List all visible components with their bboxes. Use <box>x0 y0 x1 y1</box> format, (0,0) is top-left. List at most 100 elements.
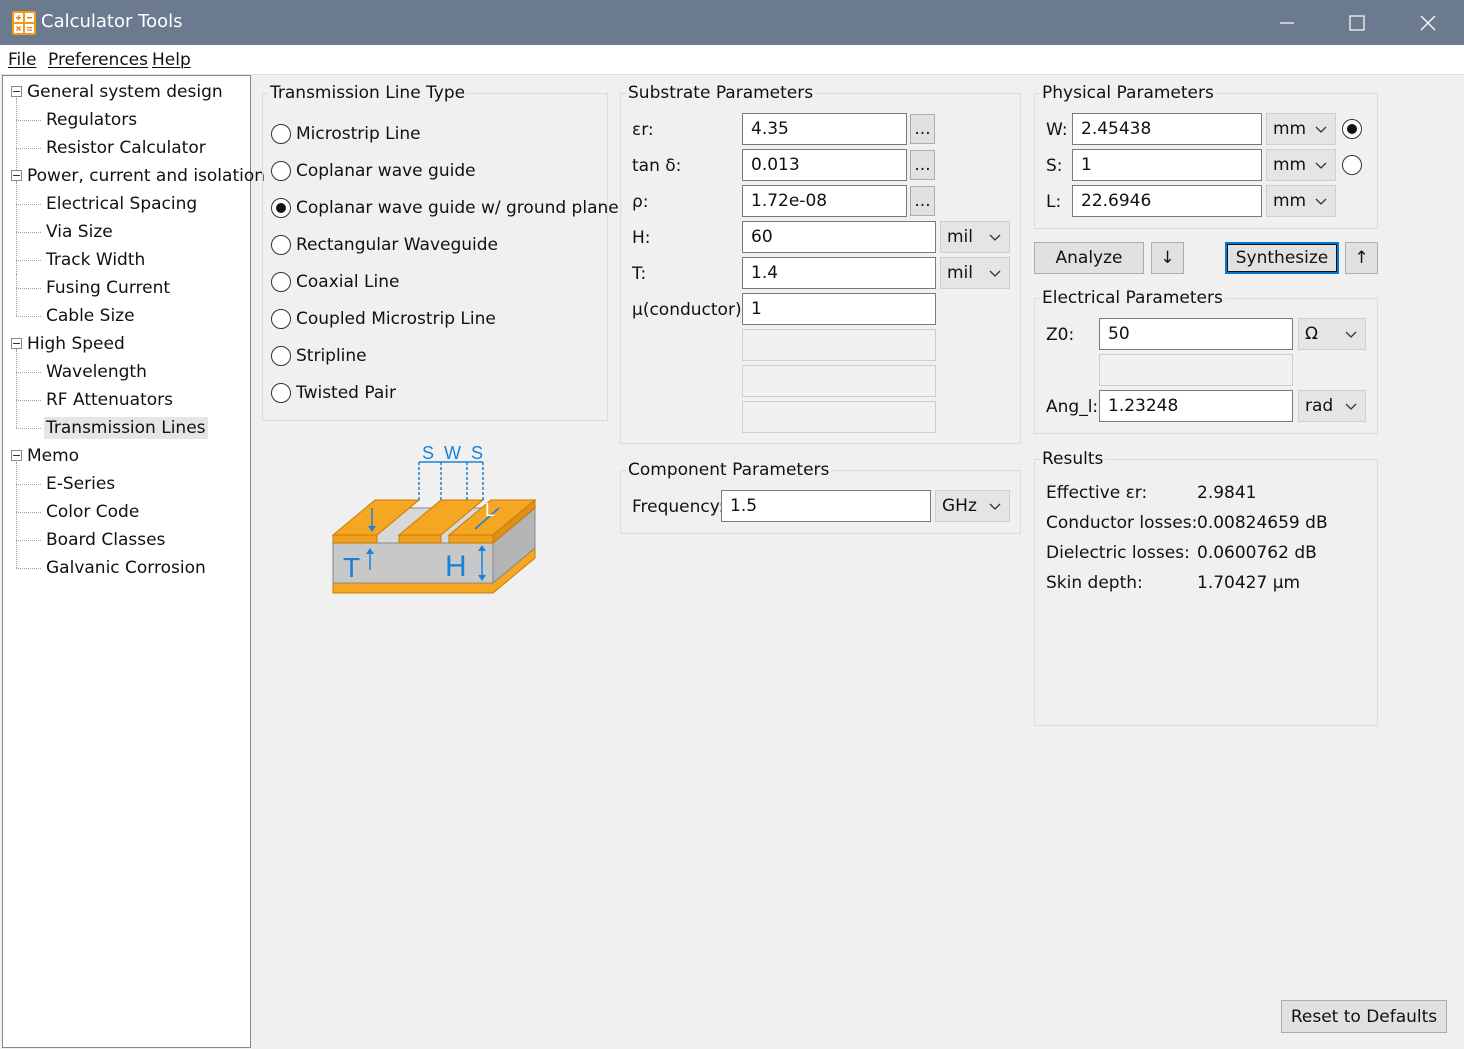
label-s2: S <box>471 443 483 463</box>
tree-node-memo[interactable]: Memo <box>27 445 79 467</box>
radio-label-stripline[interactable]: Stripline <box>296 346 367 366</box>
ang-input[interactable]: 1.23248 <box>1099 390 1293 422</box>
tree-connector <box>16 204 41 205</box>
collapse-minus-icon[interactable] <box>11 338 22 349</box>
frequency-unit-select[interactable]: GHz <box>935 490 1010 522</box>
s-unit-select[interactable]: mm <box>1266 149 1336 181</box>
s-label: S: <box>1046 156 1063 176</box>
radio-stripline[interactable] <box>271 346 291 366</box>
tree-item-fusing-current[interactable]: Fusing Current <box>44 277 172 299</box>
component-title: Component Parameters <box>626 460 832 480</box>
left-ground-strip-edge <box>332 534 378 544</box>
radio-label-coplanar[interactable]: Coplanar wave guide <box>296 161 476 181</box>
result-value-effective-er: 2.9841 <box>1197 483 1257 503</box>
t-unit-select[interactable]: mil <box>940 257 1010 289</box>
tree-connector <box>16 484 41 485</box>
arrow-up-icon: ↑ <box>1354 248 1369 268</box>
l-label: L: <box>1046 192 1062 212</box>
result-value-skin-depth: 1.70427 µm <box>1197 573 1301 593</box>
tree-connector <box>16 260 41 261</box>
analyze-button[interactable]: Analyze <box>1034 242 1144 274</box>
tree-item-color-code[interactable]: Color Code <box>44 501 141 523</box>
w-unit-select[interactable]: mm <box>1266 113 1336 145</box>
rho-input[interactable]: 1.72e-08 <box>742 185 907 217</box>
chevron-down-icon <box>989 270 1001 277</box>
tree-connector <box>16 462 17 568</box>
radio-label-coplanar-ground[interactable]: Coplanar wave guide w/ ground plane <box>296 198 619 218</box>
h-input[interactable]: 60 <box>742 221 936 253</box>
radio-label-microstrip[interactable]: Microstrip Line <box>296 124 421 144</box>
tree-item-cable-size[interactable]: Cable Size <box>44 305 137 327</box>
collapse-minus-icon[interactable] <box>11 450 22 461</box>
synthesize-arrow-button[interactable]: ↑ <box>1345 242 1378 274</box>
menu-help[interactable]: Help <box>152 50 191 70</box>
synthesize-button[interactable]: Synthesize <box>1225 242 1339 274</box>
tree-node-general-system-design[interactable]: General system design <box>27 81 223 103</box>
z0-unit-select[interactable]: Ω <box>1298 318 1366 350</box>
radio-label-twisted-pair[interactable]: Twisted Pair <box>296 383 396 403</box>
menu-preferences[interactable]: Preferences <box>48 50 148 70</box>
menu-file[interactable]: File <box>8 50 36 70</box>
tree-node-high-speed[interactable]: High Speed <box>27 333 125 355</box>
collapse-minus-icon[interactable] <box>11 170 22 181</box>
tree-item-resistor-calculator[interactable]: Resistor Calculator <box>44 137 208 159</box>
tree-item-electrical-spacing[interactable]: Electrical Spacing <box>44 193 199 215</box>
radio-coaxial[interactable] <box>271 272 291 292</box>
l-unit-select[interactable]: mm <box>1266 185 1336 217</box>
t-input[interactable]: 1.4 <box>742 257 936 289</box>
tree-connector <box>16 148 41 149</box>
tree-item-via-size[interactable]: Via Size <box>44 221 115 243</box>
center-conductor-edge <box>398 534 442 544</box>
l-input[interactable]: 22.6946 <box>1072 185 1262 217</box>
mu-input[interactable]: 1 <box>742 293 936 325</box>
tand-input[interactable]: 0.013 <box>742 149 907 181</box>
w-unit-value: mm <box>1273 119 1307 139</box>
radio-coupled-microstrip[interactable] <box>271 309 291 329</box>
frequency-input[interactable]: 1.5 <box>721 490 931 522</box>
label-s1: S <box>422 443 434 463</box>
tree-item-rf-attenuators[interactable]: RF Attenuators <box>44 389 175 411</box>
w-input[interactable]: 2.45438 <box>1072 113 1262 145</box>
collapse-minus-icon[interactable] <box>11 86 22 97</box>
radio-label-rect-waveguide[interactable]: Rectangular Waveguide <box>296 235 498 255</box>
synthesize-w-radio[interactable] <box>1342 119 1362 139</box>
analyze-arrow-button[interactable]: ↓ <box>1151 242 1184 274</box>
minimize-button[interactable] <box>1252 0 1322 45</box>
synthesize-s-radio[interactable] <box>1342 155 1362 175</box>
tree-connector <box>16 232 41 233</box>
radio-microstrip[interactable] <box>271 124 291 144</box>
radio-label-coupled-microstrip[interactable]: Coupled Microstrip Line <box>296 309 496 329</box>
close-button[interactable] <box>1393 0 1463 45</box>
tand-browse-button[interactable]: ... <box>910 150 935 180</box>
tree-item-track-width[interactable]: Track Width <box>44 249 147 271</box>
er-input[interactable]: 4.35 <box>742 113 907 145</box>
rho-browse-button[interactable]: ... <box>910 186 935 216</box>
s-input[interactable]: 1 <box>1072 149 1262 181</box>
er-browse-button[interactable]: ... <box>910 114 935 144</box>
tree-item-e-series[interactable]: E-Series <box>44 473 117 495</box>
chevron-down-icon <box>1345 403 1357 410</box>
tree-item-galvanic-corrosion[interactable]: Galvanic Corrosion <box>44 557 208 579</box>
electrical-title: Electrical Parameters <box>1040 288 1225 308</box>
radio-twisted-pair[interactable] <box>271 383 291 403</box>
tree-item-wavelength[interactable]: Wavelength <box>44 361 149 383</box>
z0-input[interactable]: 50 <box>1099 318 1293 350</box>
frequency-unit-value: GHz <box>942 496 977 516</box>
radio-coplanar-ground[interactable] <box>271 198 291 218</box>
tree-item-board-classes[interactable]: Board Classes <box>44 529 167 551</box>
h-unit-select[interactable]: mil <box>940 221 1010 253</box>
er-label: εr: <box>632 120 654 140</box>
coplanar-ground-diagram: S W S T H L <box>331 443 537 594</box>
unused-field-3 <box>742 401 936 433</box>
z0-label: Z0: <box>1046 325 1075 345</box>
reset-defaults-button[interactable]: Reset to Defaults <box>1281 1000 1447 1033</box>
radio-rect-waveguide[interactable] <box>271 235 291 255</box>
ang-unit-select[interactable]: rad <box>1298 390 1366 422</box>
radio-label-coaxial[interactable]: Coaxial Line <box>296 272 399 292</box>
tree-node-power-current-isolation[interactable]: Power, current and isolation <box>27 165 265 187</box>
radio-coplanar[interactable] <box>271 161 291 181</box>
maximize-button[interactable] <box>1322 0 1392 45</box>
tree-item-transmission-lines[interactable]: Transmission Lines <box>44 417 208 439</box>
tree-item-regulators[interactable]: Regulators <box>44 109 139 131</box>
minimize-icon <box>1280 21 1294 24</box>
